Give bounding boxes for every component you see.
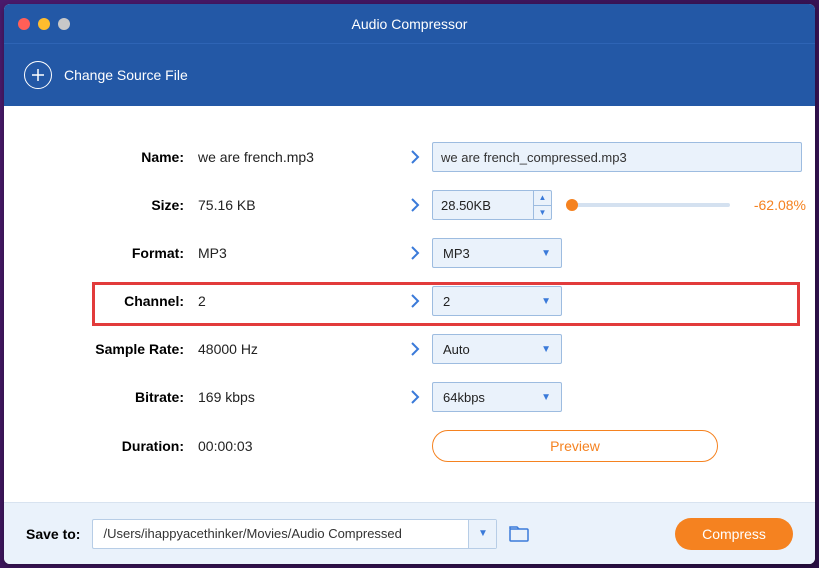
chevron-right-icon [407,197,423,213]
format-select[interactable]: MP3▼ [432,238,562,268]
bitrate-select[interactable]: 64kbps▼ [432,382,562,412]
size-percent: -62.08% [754,197,812,213]
chevron-right-icon [407,341,423,357]
compress-button[interactable]: Compress [675,518,793,550]
name-label: Name: [28,149,198,165]
sample-rate-select[interactable]: Auto▼ [432,334,562,364]
open-folder-button[interactable] [509,526,529,542]
window-title: Audio Compressor [4,16,815,32]
name-value: we are french.mp3 [198,149,398,165]
stepper-up-icon[interactable]: ▲ [534,191,551,206]
format-label: Format: [28,245,198,261]
chevron-down-icon[interactable]: ▼ [468,520,496,548]
size-slider[interactable] [572,203,730,207]
duration-value: 00:00:03 [198,438,398,454]
duration-label: Duration: [28,438,198,454]
bitrate-label: Bitrate: [28,389,198,405]
chevron-right-icon [407,245,423,261]
change-source-button[interactable]: Change Source File [64,67,188,83]
target-size-stepper[interactable]: 28.50KB ▲ ▼ [432,190,552,220]
preview-button[interactable]: Preview [432,430,718,462]
save-path-text: /Users/ihappyacethinker/Movies/Audio Com… [93,520,468,548]
sample-rate-value: 48000 Hz [198,341,398,357]
size-label: Size: [28,197,198,213]
channel-label: Channel: [28,293,198,309]
chevron-right-icon [407,149,423,165]
chevron-down-icon: ▼ [541,248,551,259]
sample-rate-label: Sample Rate: [28,341,198,357]
chevron-down-icon: ▼ [541,344,551,355]
bitrate-value: 169 kbps [198,389,398,405]
app-window: Audio Compressor Change Source File Name… [4,4,815,564]
size-value: 75.16 KB [198,197,398,213]
footer: Save to: /Users/ihappyacethinker/Movies/… [4,502,815,564]
channel-value: 2 [198,293,398,309]
stepper-down-icon[interactable]: ▼ [534,206,551,220]
output-name-input[interactable] [432,142,802,172]
titlebar: Audio Compressor [4,4,815,44]
format-value: MP3 [198,245,398,261]
content-area: Name: we are french.mp3 Size: 75.16 KB 2… [4,106,815,502]
chevron-down-icon: ▼ [541,392,551,403]
toolbar: Change Source File [4,44,815,106]
save-path-select[interactable]: /Users/ihappyacethinker/Movies/Audio Com… [92,519,497,549]
save-to-label: Save to: [26,526,80,542]
size-output-group: 28.50KB ▲ ▼ -62.08% [432,190,812,220]
chevron-right-icon [407,389,423,405]
chevron-right-icon [407,293,423,309]
chevron-down-icon: ▼ [541,296,551,307]
plus-icon[interactable] [24,61,52,89]
slider-thumb[interactable] [566,199,578,211]
target-size-value: 28.50KB [433,198,533,213]
channel-select[interactable]: 2▼ [432,286,562,316]
